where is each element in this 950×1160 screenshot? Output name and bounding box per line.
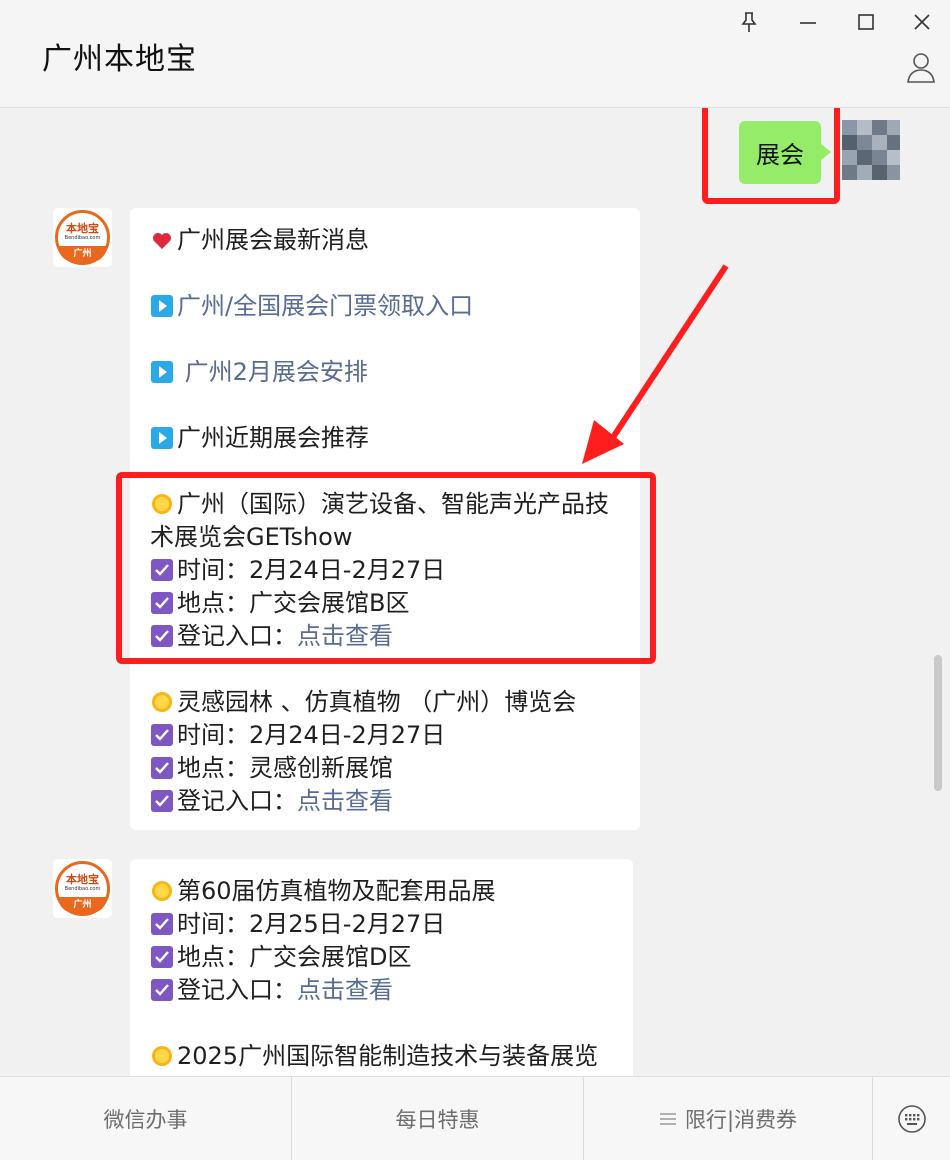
event-register-link[interactable]: 点击查看 [297, 622, 393, 650]
event-title: 灵感园林 、仿真植物 （广州）博览会 [177, 688, 577, 716]
keyboard-icon[interactable] [873, 1077, 950, 1160]
checkbox-icon [151, 592, 173, 614]
bot-avatar[interactable]: 本地宝 Bendibao.com 广州 [53, 208, 112, 267]
event-time-line: 时间：2月25日-2月27日 [150, 908, 613, 941]
event-place-line: 地点：广交会展馆B区 [150, 587, 620, 620]
event-title-line: 第60届仿真植物及配套用品展 [150, 875, 613, 908]
avatar-domain: Bendibao.com [64, 235, 101, 241]
event-title-line: 2025广州国际智能制造技术与装备展览 [150, 1040, 613, 1073]
event-time: 时间：2月24日-2月27日 [177, 556, 446, 584]
event-time-line: 时间：2月24日-2月27日 [150, 554, 620, 587]
event-place: 地点：广交会展馆B区 [177, 589, 410, 617]
user-avatar[interactable] [842, 120, 900, 180]
news-heading-line: 广州展会最新消息 [150, 224, 620, 257]
chat-scrollbar[interactable] [934, 655, 942, 791]
link-tickets[interactable]: 广州/全国展会门票领取入口 [177, 292, 473, 320]
sun-icon [152, 1046, 172, 1066]
link-recommend[interactable]: 广州近期展会推荐 [177, 424, 369, 452]
submenu-icon [659, 1113, 676, 1125]
avatar-brand: 本地宝 [66, 222, 99, 235]
event-register-link[interactable]: 点击查看 [297, 976, 393, 1004]
annotation-arrow-icon [582, 264, 729, 464]
avatar-city: 广州 [58, 246, 107, 262]
minimize-icon[interactable] [792, 8, 824, 36]
event-register-line: 登记入口：点击查看 [150, 974, 613, 1007]
title-bar: 广州本地宝 [0, 0, 950, 108]
checkbox-icon [151, 559, 173, 581]
play-icon [151, 427, 173, 449]
bottom-menu: 微信办事 每日特惠 限行|消费券 [0, 1076, 950, 1160]
avatar-domain: Bendibao.com [64, 886, 101, 892]
event-register-label: 登记入口： [177, 787, 297, 815]
checkbox-icon [151, 724, 173, 746]
menu-item-label: 限行|消费券 [684, 1108, 798, 1132]
event-title: 第60届仿真植物及配套用品展 [177, 877, 496, 905]
event-place: 地点：广交会展馆D区 [177, 943, 412, 971]
event-register-label: 登记入口： [177, 976, 297, 1004]
event-title-line: 灵感园林 、仿真植物 （广州）博览会 [150, 686, 620, 719]
sun-icon [152, 881, 172, 901]
event-register-label: 登记入口： [177, 622, 297, 650]
play-icon [151, 295, 173, 317]
event-place: 地点：灵感创新展馆 [177, 754, 393, 782]
event-time: 时间：2月24日-2月27日 [177, 721, 446, 749]
checkbox-icon [151, 946, 173, 968]
event-register-line: 登记入口：点击查看 [150, 620, 620, 653]
event-time: 时间：2月25日-2月27日 [177, 910, 446, 938]
maximize-icon[interactable] [850, 8, 882, 36]
event-time-line: 时间：2月24日-2月27日 [150, 719, 620, 752]
close-icon[interactable] [906, 8, 938, 36]
link-february-schedule[interactable]: 广州2月展会安排 [185, 358, 368, 386]
chat-area: 展会 本地宝 Bendibao.com 广州 广州展会最新消息 广州/全国展会门… [0, 108, 950, 1076]
event-register-line: 登记入口：点击查看 [150, 785, 620, 818]
menu-item-traffic-coupons[interactable]: 限行|消费券 [584, 1077, 872, 1160]
bot-avatar[interactable]: 本地宝 Bendibao.com 广州 [53, 859, 112, 918]
heart-icon [153, 233, 171, 249]
user-message-bubble[interactable]: 展会 [739, 121, 831, 184]
event-place-line: 地点：灵感创新展馆 [150, 752, 620, 785]
pin-icon[interactable] [733, 8, 765, 36]
event-register-link[interactable]: 点击查看 [297, 787, 393, 815]
window-title: 广州本地宝 [42, 42, 197, 77]
checkbox-icon [151, 625, 173, 647]
checkbox-icon [151, 757, 173, 779]
checkbox-icon [151, 979, 173, 1001]
event-title: 2025广州国际智能制造技术与装备展览 [177, 1042, 599, 1070]
checkbox-icon [151, 913, 173, 935]
menu-item-daily-deals[interactable]: 每日特惠 [292, 1077, 583, 1160]
news-heading: 广州展会最新消息 [177, 226, 369, 254]
event-title-line: 广州（国际）演艺设备、智能声光产品技术展览会GETshow [150, 488, 620, 554]
bot-message-bubble: 第60届仿真植物及配套用品展 时间：2月25日-2月27日 地点：广交会展馆D区… [130, 859, 633, 1076]
link-line-february[interactable]: 广州2月展会安排 [150, 356, 620, 389]
event-title: 广州（国际）演艺设备、智能声光产品技术展览会GETshow [150, 490, 609, 551]
link-line-recommend[interactable]: 广州近期展会推荐 [150, 422, 620, 455]
play-icon [151, 361, 173, 383]
sun-icon [152, 692, 172, 712]
user-icon[interactable] [904, 50, 940, 86]
sun-icon [152, 494, 172, 514]
event-place-line: 地点：广交会展馆D区 [150, 941, 613, 974]
checkbox-icon [151, 790, 173, 812]
menu-item-wechat-services[interactable]: 微信办事 [0, 1077, 291, 1160]
avatar-city: 广州 [58, 897, 107, 913]
link-line-tickets[interactable]: 广州/全国展会门票领取入口 [150, 290, 620, 323]
avatar-brand: 本地宝 [66, 873, 99, 886]
